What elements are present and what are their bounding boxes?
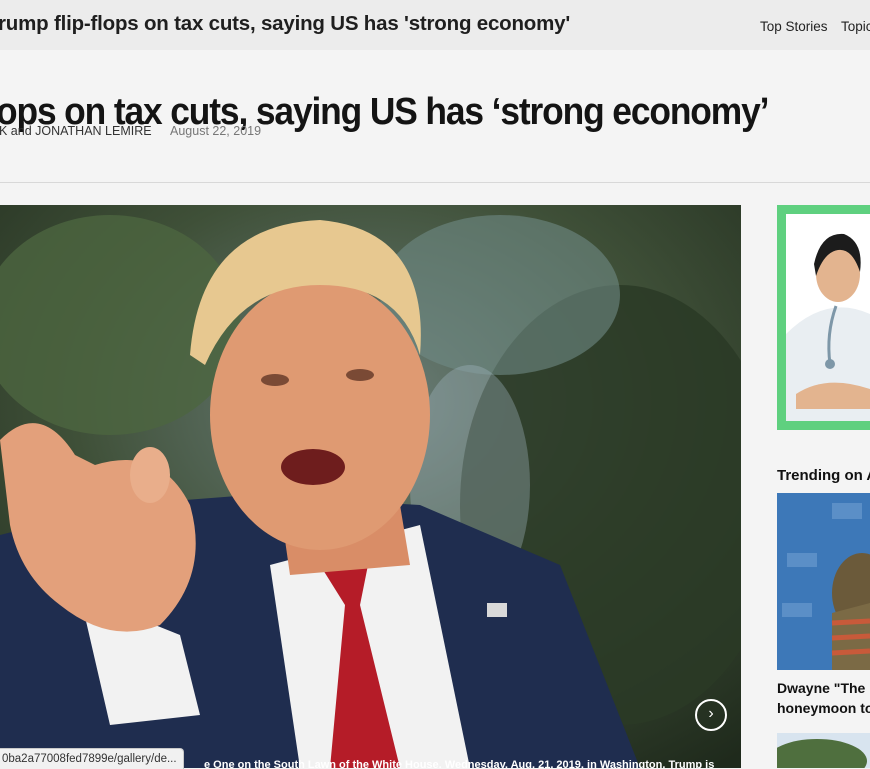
top-bar-title: rump flip-flops on tax cuts, saying US h…	[0, 12, 571, 35]
sidebar-ad-image	[786, 214, 870, 421]
header-divider	[0, 182, 870, 183]
article-byline: K and JONATHAN LEMIRE	[0, 124, 152, 138]
hero-photo-image	[0, 205, 741, 768]
gallery-next-button[interactable]: ›	[695, 699, 727, 731]
trending-heading: Trending on AP	[777, 467, 870, 484]
nav-topics[interactable]: Topic	[841, 19, 870, 34]
trending-item-image-2[interactable]	[777, 733, 870, 768]
status-bar-url: 0ba2a77008fed7899e/gallery/de...	[0, 748, 184, 769]
top-bar: rump flip-flops on tax cuts, saying US h…	[0, 0, 870, 50]
article-date: August 22, 2019	[170, 124, 262, 138]
hero-photo[interactable]: ›	[0, 205, 741, 768]
trending-item-caption[interactable]: Dwayne "The R honeymoon to	[777, 678, 870, 718]
trending-item-image[interactable]	[777, 493, 870, 670]
nav-top-stories[interactable]: Top Stories	[760, 19, 828, 34]
trending-caption-line2: honeymoon to	[777, 700, 870, 716]
chevron-right-icon: ›	[708, 705, 714, 722]
sidebar-ad[interactable]	[777, 205, 870, 430]
trending-caption-line1: Dwayne "The R	[777, 680, 870, 696]
photo-caption: e One on the South Lawn of the White Hou…	[204, 760, 715, 768]
